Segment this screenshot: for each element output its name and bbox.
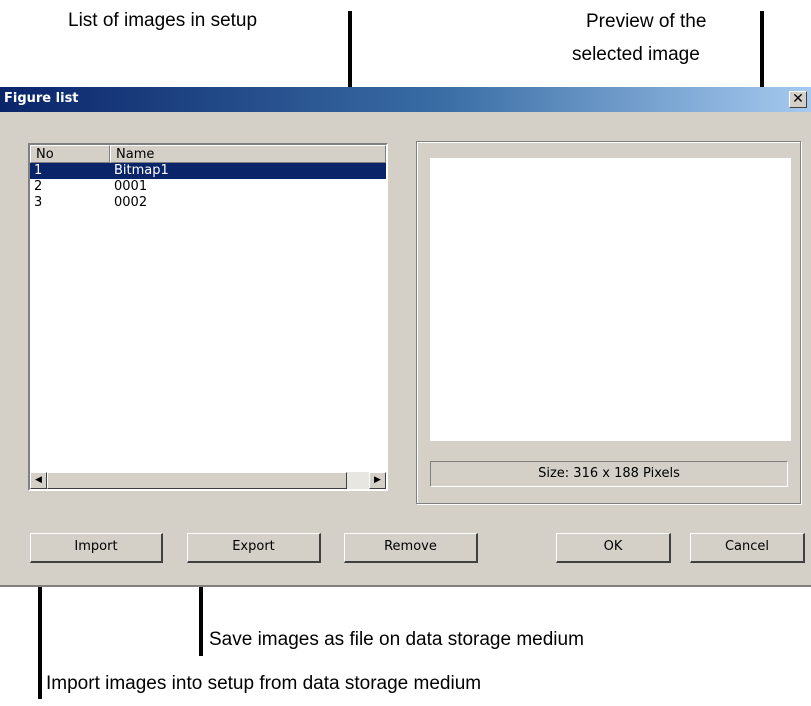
callout-list-images: List of images in setup <box>68 10 258 31</box>
cancel-button[interactable]: Cancel <box>690 533 805 563</box>
callout-import: Import images into setup from data stora… <box>46 673 482 694</box>
image-size-info: Size: 316 x 188 Pixels <box>430 461 788 487</box>
image-preview <box>430 158 791 441</box>
scroll-thumb[interactable] <box>47 472 347 489</box>
title-bar: Figure list ✕ <box>0 87 811 112</box>
callout-export: Save images as file on data storage medi… <box>209 629 584 650</box>
image-list[interactable]: No Name 1 Bitmap1 2 0001 3 0002 ◀ ▶ <box>28 143 388 491</box>
list-item-no: 2 <box>34 179 43 194</box>
list-item[interactable]: 3 0002 <box>30 195 386 211</box>
remove-button[interactable]: Remove <box>344 533 478 563</box>
ok-button[interactable]: OK <box>556 533 671 563</box>
close-button[interactable]: ✕ <box>789 91 807 108</box>
list-item-no: 3 <box>34 195 43 210</box>
scroll-left-button[interactable]: ◀ <box>30 472 47 489</box>
list-item-no: 1 <box>34 163 43 178</box>
list-item-name: 0002 <box>114 195 148 210</box>
arrow-right-icon: ▶ <box>374 475 381 485</box>
import-button[interactable]: Import <box>30 533 163 563</box>
close-icon: ✕ <box>792 91 804 107</box>
callout-preview-line1: Preview of the <box>586 11 707 32</box>
arrow-left-icon: ◀ <box>35 475 42 485</box>
list-header: No Name <box>30 145 386 163</box>
scroll-right-button[interactable]: ▶ <box>369 472 386 489</box>
column-header-no[interactable]: No <box>30 145 110 163</box>
horizontal-scrollbar[interactable]: ◀ ▶ <box>30 472 386 489</box>
export-button[interactable]: Export <box>187 533 321 563</box>
callout-preview-line2: selected image <box>572 44 700 65</box>
list-item-name: Bitmap1 <box>114 163 169 178</box>
figure-list-dialog: Figure list ✕ No Name 1 Bitmap1 2 0001 3… <box>0 87 811 587</box>
column-header-name[interactable]: Name <box>110 145 386 163</box>
dialog-title: Figure list <box>4 91 79 106</box>
list-item-name: 0001 <box>114 179 148 194</box>
list-item[interactable]: 2 0001 <box>30 179 386 195</box>
list-item[interactable]: 1 Bitmap1 <box>30 163 386 179</box>
